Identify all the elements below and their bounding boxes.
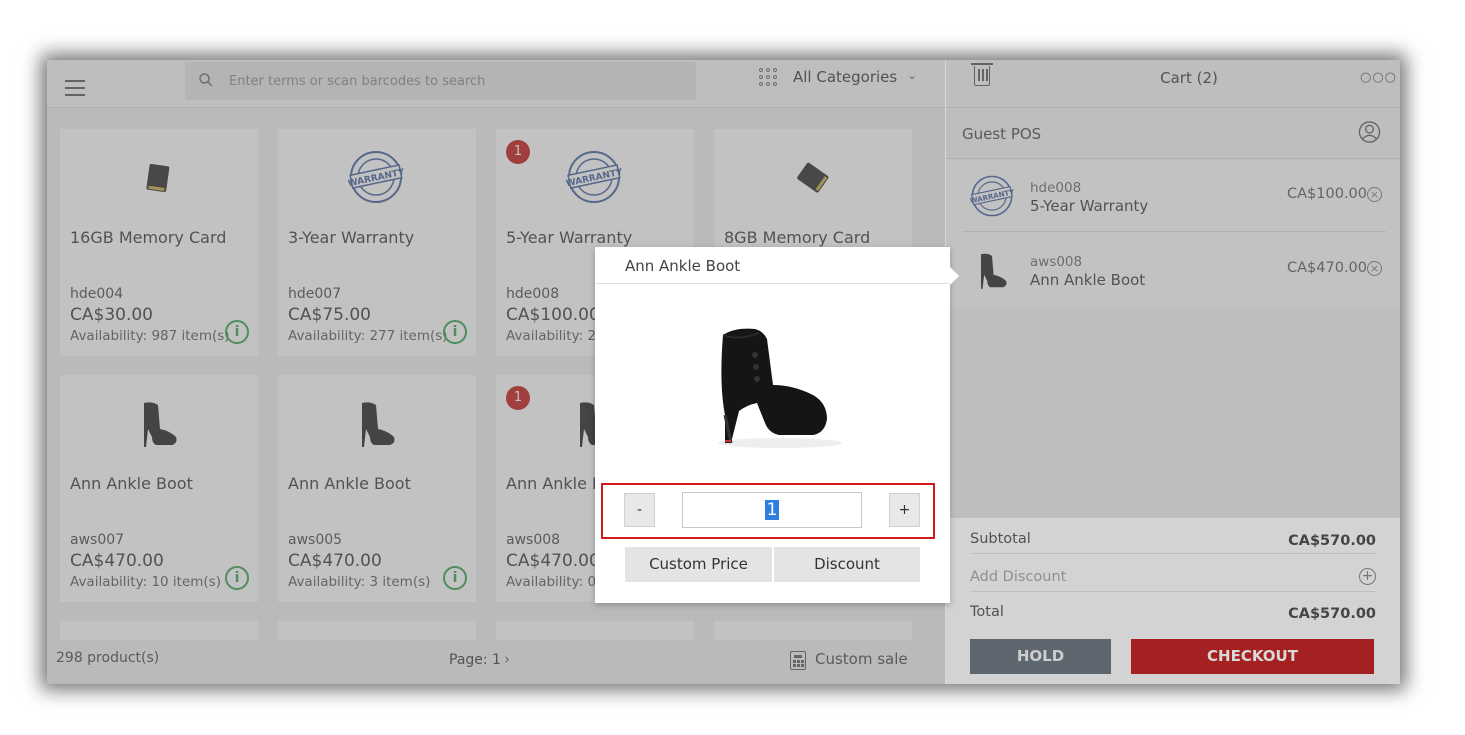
product-quantity-popup: Ann Ankle Boot - 1 + Custom Price Discou… [595, 247, 959, 603]
popup-pointer [950, 267, 959, 285]
modal-backdrop-totals[interactable] [946, 517, 1400, 684]
discount-button[interactable]: Discount [774, 547, 920, 582]
decrease-quantity-button[interactable]: - [624, 493, 655, 527]
quantity-value: 1 [764, 500, 780, 520]
popup-title: Ann Ankle Boot [625, 257, 741, 275]
popup-header: Ann Ankle Boot [595, 247, 950, 284]
cart-panel: Cart (2) ○○○ Guest POS WARRANTY hde008 5… [945, 60, 1400, 684]
quantity-input[interactable]: 1 [682, 492, 862, 528]
pos-window: All Categories ⌄ 16GB Memory Card hde004… [47, 60, 1400, 684]
increase-quantity-button[interactable]: + [889, 493, 920, 527]
custom-price-button[interactable]: Custom Price [625, 547, 772, 582]
ankle-boot-image [718, 328, 842, 448]
modal-backdrop-cart[interactable] [946, 60, 1400, 517]
quantity-stepper: - 1 + [601, 483, 935, 539]
